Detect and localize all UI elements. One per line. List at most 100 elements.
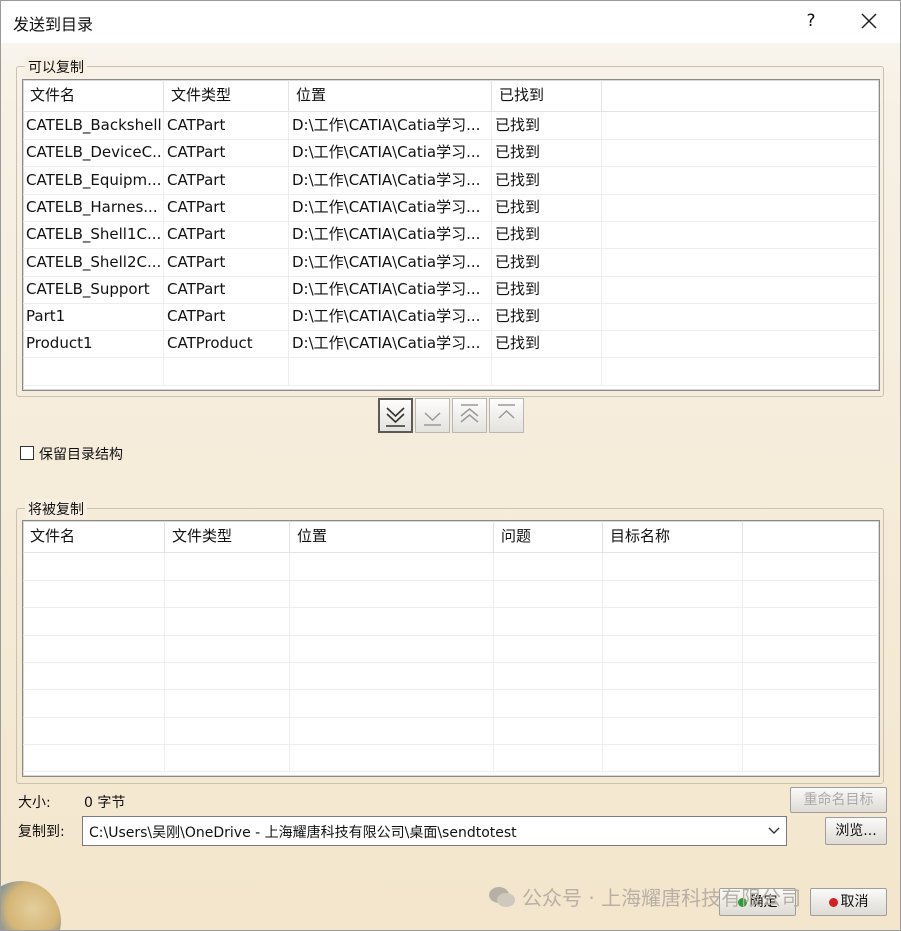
table-row[interactable]: [23, 634, 879, 663]
table-cell: [290, 689, 494, 717]
table-cell: [23, 553, 165, 580]
table-cell: CATELB_Support: [23, 275, 164, 303]
column-header-found[interactable]: 已找到: [492, 80, 602, 111]
table-cell: D:\工作\CATIA\Catia学习...: [289, 303, 492, 331]
table-cell: [494, 689, 603, 717]
table-cell: [494, 662, 603, 690]
table-cell: D:\工作\CATIA\Catia学习...: [289, 166, 492, 194]
help-button[interactable]: ?: [797, 7, 825, 35]
table-cell: 已找到: [492, 112, 602, 139]
browse-button[interactable]: 浏览...: [825, 817, 887, 845]
table-cell: [23, 689, 165, 717]
table-cell: [603, 716, 743, 744]
table-cell: D:\工作\CATIA\Catia学习...: [289, 275, 492, 303]
watermark: 公众号 · 上海耀唐科技有限公司: [488, 882, 878, 912]
close-icon: [861, 13, 877, 29]
table-row[interactable]: CATELB_DeviceC... CATPart D:\工作\CATIA\Cati…: [23, 139, 879, 168]
globe-logo-icon: [1, 881, 61, 930]
move-down-button[interactable]: [415, 398, 450, 433]
table-cell: D:\工作\CATIA\Catia学习...: [289, 112, 492, 139]
table-cell: CATELB_Backshell: [23, 112, 164, 139]
table-row[interactable]: CATELB_Shell1C... CATPart D:\工作\CATIA\Cati…: [23, 221, 879, 250]
table-cell: [603, 689, 743, 717]
chevron-up-icon: [498, 404, 515, 419]
table-cell: [494, 553, 603, 580]
title-bar: 发送到目录 ?: [1, 1, 900, 43]
table-cell: 已找到: [492, 303, 602, 331]
move-buttons: [378, 398, 524, 434]
table-row[interactable]: CATELB_Harnes... CATPart D:\工作\CATIA\Catia…: [23, 193, 879, 222]
column-header-filetype[interactable]: 文件类型: [165, 521, 290, 552]
table-cell: [492, 357, 602, 385]
table-cell: [165, 744, 290, 772]
table-row[interactable]: [23, 716, 879, 745]
column-header-filetype[interactable]: 文件类型: [164, 80, 289, 111]
column-header-filename[interactable]: 文件名: [23, 80, 164, 111]
table-cell: CATPart: [164, 112, 289, 139]
table-cell: CATPart: [164, 166, 289, 194]
table-cell: [290, 580, 494, 608]
table-row[interactable]: CATELB_Backshell CATPart D:\工作\CATIA\Catia…: [23, 112, 879, 140]
table-cell: [290, 744, 494, 772]
table-row[interactable]: [23, 580, 879, 609]
table-row[interactable]: [23, 662, 879, 691]
table-cell: [290, 634, 494, 662]
table-cell: D:\工作\CATIA\Catia学习...: [289, 193, 492, 221]
table-cell: [165, 553, 290, 580]
table-cell: [494, 716, 603, 744]
column-header-location[interactable]: 位置: [289, 80, 492, 111]
table-row[interactable]: Product1 CATProduct D:\工作\CATIA\Catia学习...…: [23, 330, 879, 359]
copyable-table-header: 文件名 文件类型 位置 已找到: [23, 80, 879, 112]
table-cell: CATPart: [164, 221, 289, 249]
table-row[interactable]: [23, 607, 879, 636]
column-header-filename[interactable]: 文件名: [23, 521, 165, 552]
table-cell: [494, 580, 603, 608]
table-cell: CATELB_Shell2C...: [23, 248, 164, 276]
copy-to-path-combo[interactable]: C:\Users\吴刚\OneDrive - 上海耀唐科技有限公司\桌面\sen…: [82, 816, 787, 846]
table-cell: [23, 580, 165, 608]
copyable-table[interactable]: 文件名 文件类型 位置 已找到 CATELB_Backshell CATPart D…: [22, 79, 880, 391]
table-cell: [290, 607, 494, 635]
table-cell: [165, 662, 290, 690]
wechat-icon: [489, 887, 515, 907]
table-cell: [494, 634, 603, 662]
table-row[interactable]: [23, 689, 879, 718]
column-header-location[interactable]: 位置: [290, 521, 494, 552]
table-cell: [290, 716, 494, 744]
table-cell: [165, 716, 290, 744]
move-up-button[interactable]: [452, 398, 487, 433]
table-row[interactable]: CATELB_Equipm... CATPart D:\工作\CATIA\Catia…: [23, 166, 879, 195]
table-row[interactable]: [23, 744, 879, 773]
copy-to-path-value: C:\Users\吴刚\OneDrive - 上海耀唐科技有限公司\桌面\sen…: [89, 825, 517, 841]
move-all-up-button[interactable]: [489, 398, 524, 433]
table-cell: [165, 607, 290, 635]
chevron-down-icon[interactable]: [768, 827, 780, 835]
table-cell: Part1: [23, 303, 164, 331]
table-cell: 已找到: [492, 193, 602, 221]
column-header-problem[interactable]: 问题: [494, 521, 603, 552]
chevron-down-icon: [424, 412, 441, 426]
column-header-target-name[interactable]: 目标名称: [603, 521, 743, 552]
table-cell: CATELB_DeviceC...: [23, 139, 164, 167]
table-cell: [494, 607, 603, 635]
keep-structure-checkbox[interactable]: [20, 446, 34, 460]
table-cell: [23, 634, 165, 662]
table-cell: [290, 553, 494, 580]
table-cell: 已找到: [492, 221, 602, 249]
rename-target-button[interactable]: 重命名目标: [790, 787, 887, 813]
close-button[interactable]: [853, 7, 885, 35]
table-cell: D:\工作\CATIA\Catia学习...: [289, 221, 492, 249]
table-cell: [603, 744, 743, 772]
table-row[interactable]: CATELB_Shell2C... CATPart D:\工作\CATIA\Cati…: [23, 248, 879, 277]
watermark-text: 公众号 · 上海耀唐科技有限公司: [522, 886, 802, 910]
copy-to-label: 复制到:: [18, 824, 65, 840]
table-row[interactable]: [23, 357, 879, 386]
table-row[interactable]: CATELB_Support CATPart D:\工作\CATIA\Catia学习…: [23, 275, 879, 304]
move-all-down-button[interactable]: [378, 398, 413, 433]
to-copy-table[interactable]: 文件名 文件类型 位置 问题 目标名称: [22, 520, 880, 777]
table-cell: 已找到: [492, 166, 602, 194]
table-row[interactable]: [23, 553, 879, 581]
to-copy-group-label: 将被复制: [25, 499, 87, 519]
table-row[interactable]: Part1 CATPart D:\工作\CATIA\Catia学习... 已找到: [23, 303, 879, 332]
table-cell: [165, 689, 290, 717]
